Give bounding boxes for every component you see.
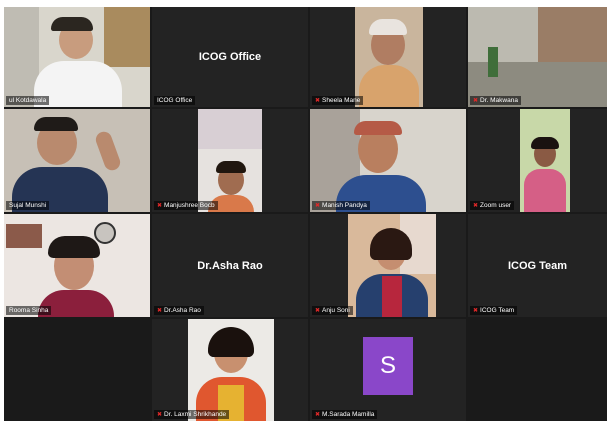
participant-video: [468, 7, 607, 107]
participant-display-name: ICOG Team: [507, 259, 568, 272]
name: Sheela Mane: [322, 97, 361, 104]
video-tile-manjushree[interactable]: ✖ Manjushree Bocb: [152, 109, 308, 212]
participant-video: [4, 214, 150, 317]
avatar: S: [363, 337, 413, 395]
participant-video: [520, 109, 570, 212]
participant-video: [348, 214, 436, 317]
mic-muted-icon: ✖: [315, 412, 321, 418]
participant-name-label: ✖ M.Sarada Mamilla: [312, 410, 378, 419]
video-tile-rooma-sinha[interactable]: Rooma Sinha: [4, 214, 150, 317]
mic-muted-icon: ✖: [315, 98, 321, 104]
participant-name-label: ✖ Manish Pandya: [312, 201, 370, 210]
empty-tile: [4, 319, 150, 421]
mic-muted-icon: ✖: [473, 98, 479, 104]
participant-video: [310, 109, 466, 212]
participant-video: [198, 109, 262, 212]
mic-muted-icon: ✖: [157, 412, 163, 418]
name: Dr.Asha Rao: [164, 307, 201, 314]
participant-name-label: Sujal Munshi: [6, 201, 50, 210]
name: Manish Pandya: [322, 202, 367, 209]
video-tile-manish-pandya[interactable]: ✖ Manish Pandya: [310, 109, 466, 212]
name: Rooma Sinha: [9, 307, 49, 314]
participant-name-label: ICOG Office: [154, 96, 196, 105]
participant-name-label: ✖ Dr.Asha Rao: [154, 306, 204, 315]
name: ICOG Team: [480, 307, 515, 314]
name: Dr. Makwana: [480, 97, 518, 104]
participant-display-name: ICOG Office: [198, 51, 262, 63]
participant-video: [188, 319, 274, 421]
video-tile-zoom-user[interactable]: ✖ Zoom user: [468, 109, 607, 212]
name: Anju Soni: [322, 307, 350, 314]
empty-tile: [468, 319, 607, 421]
participant-video: [4, 7, 150, 107]
video-tile-sujal-munshi[interactable]: Sujal Munshi: [4, 109, 150, 212]
video-tile-anju-soni[interactable]: ✖ Anju Soni: [310, 214, 466, 317]
video-grid: ul Kotdawala ICOG Office ICOG Office ✖ Sh…: [4, 7, 607, 421]
participant-name-label: ✖ Dr. Laxmi Shrikhande: [154, 410, 230, 419]
video-tile-icog-office[interactable]: ICOG Office ICOG Office: [152, 7, 308, 107]
name: Dr. Laxmi Shrikhande: [164, 411, 227, 418]
participant-video: [4, 109, 150, 212]
name: ICOG Office: [157, 97, 193, 104]
mic-muted-icon: ✖: [315, 203, 321, 209]
participant-name-label: Rooma Sinha: [6, 306, 52, 315]
participant-name-label: ✖ Manjushree Bocb: [154, 201, 218, 210]
video-tile-m-sarada-mamilla[interactable]: S ✖ M.Sarada Mamilla: [310, 319, 466, 421]
name: M.Sarada Mamilla: [322, 411, 375, 418]
participant-display-name: Dr.Asha Rao: [197, 259, 263, 272]
participant-video: [355, 7, 423, 107]
mic-muted-icon: ✖: [473, 203, 479, 209]
name: Manjushree Bocb: [164, 202, 215, 209]
video-tile-dr-asha-rao[interactable]: Dr.Asha Rao ✖ Dr.Asha Rao: [152, 214, 308, 317]
participant-name-label: ✖ Dr. Makwana: [470, 96, 521, 105]
video-tile-kotdawala[interactable]: ul Kotdawala: [4, 7, 150, 107]
video-tile-dr-makwana[interactable]: ✖ Dr. Makwana: [468, 7, 607, 107]
video-tile-dr-laxmi-shrikhande[interactable]: ✖ Dr. Laxmi Shrikhande: [152, 319, 308, 421]
mic-muted-icon: ✖: [315, 308, 321, 314]
participant-name-label: ✖ Anju Soni: [312, 306, 353, 315]
name: Zoom user: [480, 202, 512, 209]
mic-muted-icon: ✖: [157, 308, 163, 314]
participant-name-label: ✖ Sheela Mane: [312, 96, 364, 105]
name: Sujal Munshi: [9, 202, 47, 209]
participant-name-label: ul Kotdawala: [6, 96, 50, 105]
participant-name-label: ✖ ICOG Team: [470, 306, 518, 315]
mic-muted-icon: ✖: [473, 308, 479, 314]
video-tile-sheela-mane[interactable]: ✖ Sheela Mane: [310, 7, 466, 107]
participant-name-label: ✖ Zoom user: [470, 201, 515, 210]
video-tile-icog-team[interactable]: ICOG Team ✖ ICOG Team: [468, 214, 607, 317]
name: ul Kotdawala: [9, 97, 47, 104]
mic-muted-icon: ✖: [157, 203, 163, 209]
